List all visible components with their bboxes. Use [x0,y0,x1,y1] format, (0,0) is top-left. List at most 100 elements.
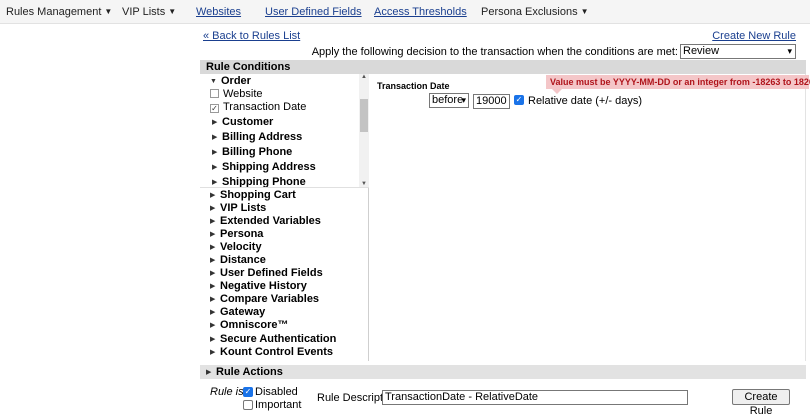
tree-subgroup-label: Customer [222,116,274,128]
triangle-right-icon: ▶ [210,257,216,264]
tree-group-order-label: Order [221,75,251,87]
chevron-down-icon: ▾ [461,95,466,105]
vertical-scrollbar[interactable]: ▲ ▼ [359,74,369,187]
tree-group-secure-authentication[interactable]: ▶ Secure Authentication [210,333,336,346]
field-website-label: Website [223,88,263,100]
field-website[interactable]: Website [210,88,263,101]
triangle-right-icon: ▶ [212,164,218,171]
rule-actions-header[interactable]: ▶ Rule Actions [200,365,806,379]
scroll-up-icon[interactable]: ▲ [359,74,369,80]
operator-value: before [432,94,464,106]
disabled-checkbox[interactable]: ✓ [243,387,253,397]
important-label: Important [255,399,302,411]
nav-rules-management[interactable]: Rules Management ▼ [6,6,112,18]
triangle-right-icon: ▶ [210,218,216,225]
scroll-down-icon[interactable]: ▼ [359,181,369,187]
tree-subgroup-label: Shipping Address [222,161,316,173]
triangle-right-icon: ▶ [210,296,216,303]
conditions-tree: ▼ Order Website ✓ Transaction Date ▶ Custom… [200,74,369,361]
caret-down-icon: ▼ [104,7,113,16]
triangle-right-icon: ▶ [212,149,218,156]
error-pointer [552,89,562,94]
condition-detail-pane: Transaction Date Value must be YYYY-MM-D… [369,74,810,361]
decision-row: Apply the following decision to the tran… [200,44,798,60]
triangle-right-icon: ▶ [210,270,216,277]
field-transaction-date[interactable]: ✓ Transaction Date [210,101,306,114]
nav-websites[interactable]: Websites [196,6,241,18]
tree-group-label: Shopping Cart [220,189,296,201]
decision-select[interactable]: Review ▾ [680,44,796,59]
triangle-right-icon: ▶ [210,231,216,238]
tree-group-extended-variables[interactable]: ▶ Extended Variables [210,215,321,228]
triangle-right-icon: ▶ [210,192,216,199]
create-new-rule-link[interactable]: Create New Rule [712,30,796,42]
tree-group-velocity[interactable]: ▶ Velocity [210,241,262,254]
rule-actions-label: Rule Actions [216,366,283,378]
tree-group-label: VIP Lists [220,202,267,214]
rule-is-label: Rule is: [210,386,247,398]
relative-date-label: Relative date (+/- days) [528,95,643,107]
top-nav: Rules Management ▼ VIP Lists ▼ Websites Us… [0,0,810,24]
operator-select[interactable]: before ▾ [429,93,469,108]
checkbox-unchecked-icon [210,89,219,98]
triangle-right-icon: ▶ [210,244,216,251]
tree-group-distance[interactable]: ▶ Distance [210,254,266,267]
tree-group-label: Secure Authentication [220,333,337,345]
tree-group-gateway[interactable]: ▶ Gateway [210,306,265,319]
triangle-right-icon: ▶ [212,179,218,186]
tree-subgroup-billing-phone[interactable]: ▶ Billing Phone [212,146,292,159]
tree-group-compare-variables[interactable]: ▶ Compare Variables [210,293,319,306]
tree-subgroup-shipping-phone[interactable]: ▶ Shipping Phone [212,176,306,188]
field-transaction-date-label: Transaction Date [223,101,307,113]
detail-field-label: Transaction Date [377,81,450,91]
tree-group-label: User Defined Fields [220,267,323,279]
disabled-label: Disabled [255,386,298,398]
tree-group-persona[interactable]: ▶ Persona [210,228,263,241]
triangle-right-icon: ▶ [210,205,216,212]
back-to-rules-link[interactable]: « Back to Rules List [203,30,300,42]
date-value-input[interactable]: 19000 [473,94,510,109]
tree-group-label: Persona [220,228,264,240]
tree-group-kount-control-events[interactable]: ▶ Kount Control Events [210,346,333,359]
triangle-right-icon: ▶ [210,309,216,316]
important-checkbox[interactable] [243,400,253,410]
tree-subgroup-label: Shipping Phone [222,176,306,188]
tree-group-negative-history[interactable]: ▶ Negative History [210,280,307,293]
caret-down-icon: ▼ [580,7,589,16]
rule-description-input[interactable]: TransactionDate - RelativeDate [382,390,688,405]
tree-group-order[interactable]: ▼ Order [210,75,251,88]
tree-group-label: Extended Variables [220,215,321,227]
tree-group-label: Gateway [220,306,266,318]
tree-group-user-defined-fields[interactable]: ▶ User Defined Fields [210,267,323,280]
tree-group-label: Distance [220,254,266,266]
tree-group-label: Velocity [220,241,262,253]
order-scroll-list[interactable]: ▼ Order Website ✓ Transaction Date ▶ Custom… [200,74,369,188]
scrollbar-thumb[interactable] [360,99,368,132]
triangle-right-icon: ▶ [212,134,218,141]
nav-rules-management-label: Rules Management [6,6,102,18]
tree-group-label: Kount Control Events [220,346,334,358]
nav-vip-lists-label: VIP Lists [122,6,166,18]
tree-group-label: Omniscore™ [220,319,289,331]
tree-subgroup-customer[interactable]: ▶ Customer [212,116,273,129]
tree-subgroup-billing-address[interactable]: ▶ Billing Address [212,131,302,144]
nav-vip-lists[interactable]: VIP Lists ▼ [122,6,176,18]
tree-group-omniscore[interactable]: ▶ Omniscore™ [210,319,288,332]
tree-group-label: Negative History [220,280,307,292]
nav-access-thresholds[interactable]: Access Thresholds [374,6,467,18]
triangle-right-icon: ▶ [210,349,216,356]
triangle-right-icon: ▶ [210,322,216,329]
tree-group-shopping-cart[interactable]: ▶ Shopping Cart [210,189,296,202]
triangle-down-icon: ▼ [210,78,217,85]
tree-group-vip-lists[interactable]: ▶ VIP Lists [210,202,266,215]
create-rule-button[interactable]: Create Rule [732,389,790,417]
triangle-right-icon: ▶ [206,369,212,376]
tree-subgroup-shipping-address[interactable]: ▶ Shipping Address [212,161,316,174]
triangle-right-icon: ▶ [210,336,216,343]
rule-conditions-header: Rule Conditions [200,60,806,74]
decision-label: Apply the following decision to the tran… [311,46,678,58]
tree-subgroup-label: Billing Phone [222,146,293,158]
nav-persona-exclusions[interactable]: Persona Exclusions ▼ [481,6,589,18]
relative-date-checkbox[interactable]: ✓ [514,95,524,105]
nav-user-defined-fields[interactable]: User Defined Fields [265,6,362,18]
